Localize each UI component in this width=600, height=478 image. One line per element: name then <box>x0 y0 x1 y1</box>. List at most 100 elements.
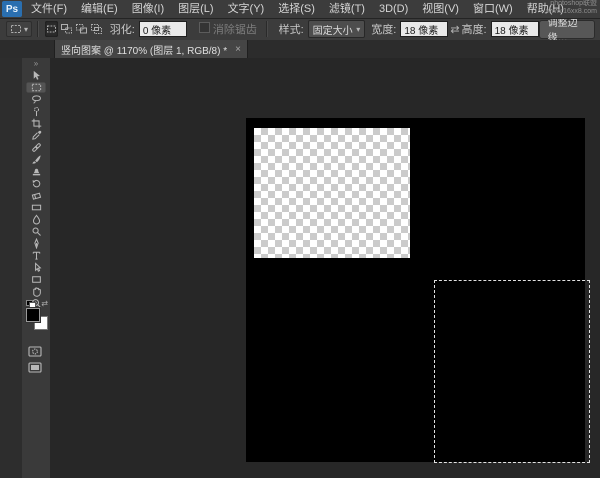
menu-view[interactable]: 视图(V) <box>415 0 466 18</box>
menu-select[interactable]: 选择(S) <box>271 0 322 18</box>
move-icon <box>31 70 42 81</box>
tools-column <box>22 70 50 310</box>
feather-label: 羽化: <box>110 21 135 37</box>
gradient-tool[interactable] <box>26 202 46 213</box>
type-tool[interactable] <box>26 250 46 261</box>
gradient-icon <box>31 202 42 213</box>
style-label: 样式: <box>279 21 304 37</box>
quick-selection-tool[interactable] <box>26 106 46 117</box>
clone-stamp-tool[interactable] <box>26 166 46 177</box>
tools-panel: » <box>22 58 51 478</box>
toolbar-collapse-button[interactable]: » <box>22 59 50 68</box>
rectangle-tool[interactable] <box>26 274 46 285</box>
pen-tool[interactable] <box>26 238 46 249</box>
path-selection-tool[interactable] <box>26 262 46 273</box>
blur-icon <box>31 214 42 225</box>
menu-file[interactable]: 文件(F) <box>24 0 74 18</box>
subtract-from-selection-button[interactable] <box>75 21 88 37</box>
intersect-selection-button[interactable] <box>90 21 103 37</box>
style-dropdown[interactable]: 固定大小 ▾ <box>308 20 366 38</box>
lasso-tool[interactable] <box>26 94 46 105</box>
hand-icon <box>31 286 42 297</box>
antialias-option: 消除锯齿 <box>199 21 257 37</box>
foreground-background-swatches <box>26 308 48 330</box>
menu-3d[interactable]: 3D(D) <box>372 0 415 18</box>
pen-icon <box>31 238 42 249</box>
height-input[interactable] <box>491 21 539 37</box>
eyedropper-tool[interactable] <box>26 130 46 141</box>
style-value: 固定大小 <box>313 22 353 37</box>
new-selection-icon <box>45 23 58 35</box>
dodge-icon <box>31 226 42 237</box>
options-bar: ▾ 羽化: 消除锯齿 样式: 固定大小 ▾ 宽度: ⇄ 高度: 调整边缘… <box>0 18 600 41</box>
options-separator <box>37 21 39 37</box>
crop-tool[interactable] <box>26 118 46 129</box>
eyedropper-icon <box>31 130 42 141</box>
canvas-area[interactable] <box>50 58 600 478</box>
photoshop-logo: Ps <box>2 1 22 17</box>
height-label: 高度: <box>462 21 487 37</box>
width-input[interactable] <box>400 21 448 37</box>
menu-filter[interactable]: 滤镜(T) <box>322 0 372 18</box>
close-icon[interactable]: × <box>235 44 241 55</box>
chevron-down-icon: ▾ <box>356 25 360 34</box>
antialias-checkbox <box>199 22 210 33</box>
rectangle-shape-icon <box>31 274 42 285</box>
swap-dimensions-icon[interactable]: ⇄ <box>450 23 459 36</box>
menu-bar: Ps 文件(F) 编辑(E) 图像(I) 图层(L) 文字(Y) 选择(S) 滤… <box>0 0 600 19</box>
rectangular-marquee-tool[interactable] <box>26 82 46 93</box>
swap-colors-icon[interactable]: ⇄ <box>41 299 48 308</box>
chevron-down-icon: ▾ <box>24 25 28 34</box>
toolbar-gutter <box>0 58 22 478</box>
screen-mode-button[interactable] <box>28 360 42 378</box>
menu-type[interactable]: 文字(Y) <box>221 0 272 18</box>
add-to-selection-button[interactable] <box>60 21 73 37</box>
document-tab-title: 竖向图案 @ 1170% (图层 1, RGB/8) * <box>61 42 227 57</box>
feather-input[interactable] <box>139 21 187 37</box>
transparent-layer-region <box>254 128 410 258</box>
healing-brush-icon <box>31 142 42 153</box>
menu-image[interactable]: 图像(I) <box>125 0 171 18</box>
clone-stamp-icon <box>31 166 42 177</box>
watermark: photoshop联盟 www.16xx8.com <box>546 0 597 16</box>
marquee-tool-icon <box>10 23 22 35</box>
history-brush-tool[interactable] <box>26 178 46 189</box>
document-tab-bar: 竖向图案 @ 1170% (图层 1, RGB/8) * × <box>0 40 600 59</box>
menu-edit[interactable]: 编辑(E) <box>74 0 125 18</box>
path-selection-icon <box>31 262 42 273</box>
menu-window[interactable]: 窗口(W) <box>466 0 520 18</box>
eraser-icon <box>31 190 42 201</box>
crop-icon <box>31 118 42 129</box>
refine-edge-button[interactable]: 调整边缘… <box>539 20 595 39</box>
document-tab[interactable]: 竖向图案 @ 1170% (图层 1, RGB/8) * × <box>54 40 248 58</box>
screen-mode-icon <box>28 362 42 373</box>
options-separator <box>266 21 268 37</box>
dodge-tool[interactable] <box>26 226 46 237</box>
antialias-label: 消除锯齿 <box>213 24 257 36</box>
rectangular-marquee-icon <box>31 82 42 93</box>
subtract-from-selection-icon <box>75 23 88 35</box>
default-colors-icon[interactable] <box>26 300 35 307</box>
eraser-tool[interactable] <box>26 190 46 201</box>
brush-tool[interactable] <box>26 154 46 165</box>
intersect-selection-icon <box>90 23 103 35</box>
hand-tool[interactable] <box>26 286 46 297</box>
quick-mask-icon <box>28 346 42 357</box>
spot-healing-brush-tool[interactable] <box>26 142 46 153</box>
tool-preset-picker[interactable]: ▾ <box>6 21 32 37</box>
color-control: ⇄ <box>26 300 48 326</box>
type-icon <box>31 250 42 261</box>
foreground-color-swatch[interactable] <box>26 308 40 322</box>
blur-tool[interactable] <box>26 214 46 225</box>
width-label: 宽度: <box>371 21 396 37</box>
menu-layer[interactable]: 图层(L) <box>171 0 220 18</box>
brush-icon <box>31 154 42 165</box>
quick-selection-icon <box>31 106 42 117</box>
new-selection-button[interactable] <box>45 21 58 37</box>
move-tool[interactable] <box>26 70 46 81</box>
lasso-icon <box>31 94 42 105</box>
add-to-selection-icon <box>60 23 73 35</box>
history-brush-icon <box>31 178 42 189</box>
watermark-line2: www.16xx8.com <box>546 8 597 16</box>
selection-marquee <box>434 280 590 463</box>
